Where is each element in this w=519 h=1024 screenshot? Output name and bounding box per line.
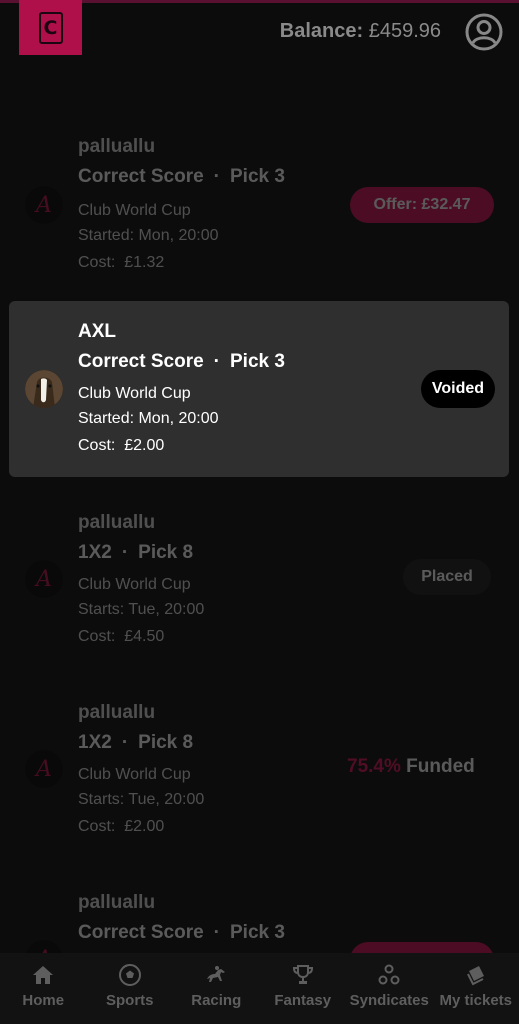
ticket-game: Correct Score · Pick 3 xyxy=(78,351,285,373)
ticket-user: AXL xyxy=(78,321,116,342)
ticket-time: Started: Mon, 20:00 xyxy=(78,227,219,244)
nav-label: Racing xyxy=(191,992,242,1009)
ticket-game-type: Correct Score xyxy=(78,922,204,943)
ticket-pick: Pick 8 xyxy=(138,542,194,563)
separator-dot: · xyxy=(121,732,129,753)
horse-racing-icon xyxy=(207,966,226,982)
ticket-time: Starts: Tue, 20:00 xyxy=(78,791,205,808)
separator-dot: · xyxy=(213,166,220,187)
ticket-competition: Club World Cup xyxy=(78,766,191,783)
ticket-cost: Cost: £4.50 xyxy=(78,628,164,646)
ticket-cost: Cost: £1.32 xyxy=(78,254,164,272)
ticket-cost: Cost: £2.00 xyxy=(78,818,164,836)
app-logo[interactable]: C xyxy=(19,0,82,55)
a-logo-icon: A xyxy=(25,940,63,953)
separator-dot: · xyxy=(213,351,220,372)
nav-label: Syndicates xyxy=(349,992,429,1009)
nav-fantasy[interactable]: Fantasy xyxy=(260,953,347,1024)
balance-value: £459.96 xyxy=(368,20,441,42)
header: C Balance: £459.96 xyxy=(0,0,519,62)
logo-letter: C xyxy=(38,11,63,44)
account-circle-icon[interactable] xyxy=(464,12,504,52)
ticket-time: Started: Mon, 20:00 xyxy=(78,410,219,427)
balance: Balance: £459.96 xyxy=(280,20,441,43)
ticket-pick: Pick 3 xyxy=(230,166,285,187)
ticket-card[interactable]: AXL Correct Score · Pick 3 Club World Cup … xyxy=(9,301,509,477)
ticket-list[interactable]: A palluallu Correct Score · Pick 3 Club Wo… xyxy=(0,110,519,953)
offer-button[interactable]: Offer: £32.47 xyxy=(350,187,494,223)
ticket-time: Starts: Tue, 20:00 xyxy=(78,601,205,618)
ticket-user: palluallu xyxy=(78,892,156,913)
ticket-icon xyxy=(466,966,484,986)
ticket-card[interactable]: A palluallu 1X2 · Pick 8 Club World Cup St… xyxy=(9,496,509,672)
bottom-nav: Home Sports Racing Fantasy Syndicates My… xyxy=(0,953,519,1024)
ticket-cost: Cost: £2.00 xyxy=(78,437,164,455)
ticket-competition: Club World Cup xyxy=(78,385,191,402)
cost-value: £2.00 xyxy=(124,818,165,835)
nav-label: Fantasy xyxy=(274,992,332,1009)
ticket-game: Correct Score · Pick 3 xyxy=(78,166,285,188)
separator-dot: · xyxy=(213,922,220,943)
ticket-user: palluallu xyxy=(78,512,156,533)
ticket-card[interactable]: A palluallu Correct Score · Pick 3 xyxy=(9,876,509,953)
ticket-game-type: 1X2 xyxy=(78,732,112,753)
ticket-pick: Pick 3 xyxy=(230,922,285,943)
horse-avatar xyxy=(25,370,63,408)
a-logo-icon: A xyxy=(25,560,63,598)
funded-percent: 75.4% xyxy=(347,756,401,777)
ticket-game: 1X2 · Pick 8 xyxy=(78,542,193,564)
ticket-competition: Club World Cup xyxy=(78,576,191,593)
separator-dot: · xyxy=(121,542,129,563)
nav-racing[interactable]: Racing xyxy=(173,953,260,1024)
soccer-ball-icon xyxy=(118,964,141,986)
voided-badge: Voided xyxy=(421,370,495,408)
cost-label: Cost: xyxy=(78,254,116,271)
syndicates-icon xyxy=(378,964,400,985)
funded-status: 75.4% Funded xyxy=(347,756,475,778)
cost-label: Cost: xyxy=(78,818,116,835)
cost-value: £4.50 xyxy=(124,628,165,645)
trophy-icon xyxy=(292,965,313,984)
nav-sports[interactable]: Sports xyxy=(87,953,174,1024)
ticket-competition: Club World Cup xyxy=(78,202,191,219)
nav-label: Home xyxy=(22,992,65,1009)
horse-photo xyxy=(25,370,63,408)
home-icon xyxy=(33,966,54,984)
nav-syndicates[interactable]: Syndicates xyxy=(346,953,433,1024)
ticket-game-type: 1X2 xyxy=(78,542,112,563)
nav-my-tickets[interactable]: My tickets xyxy=(433,953,519,1024)
a-logo-icon: A xyxy=(25,750,63,788)
cost-value: £2.00 xyxy=(124,437,165,454)
cost-label: Cost: xyxy=(78,628,116,645)
ticket-game-type: Correct Score xyxy=(78,166,204,187)
ticket-game: 1X2 · Pick 8 xyxy=(78,732,193,754)
placed-badge: Placed xyxy=(403,559,491,595)
nav-label: Sports xyxy=(105,992,154,1009)
cost-value: £1.32 xyxy=(124,254,165,271)
ticket-pick: Pick 8 xyxy=(138,732,194,753)
a-logo-icon: A xyxy=(25,186,63,224)
ticket-user: palluallu xyxy=(78,702,156,723)
ticket-card[interactable]: A palluallu 1X2 · Pick 8 Club World Cup St… xyxy=(9,686,509,862)
nav-home[interactable]: Home xyxy=(0,953,87,1024)
cost-label: Cost: xyxy=(78,437,116,454)
nav-label: My tickets xyxy=(439,992,513,1009)
funded-label: Funded xyxy=(406,756,475,777)
balance-label: Balance: xyxy=(279,20,364,42)
ticket-pick: Pick 3 xyxy=(230,351,285,372)
ticket-card[interactable]: A palluallu Correct Score · Pick 3 Club Wo… xyxy=(9,116,509,292)
ticket-user: palluallu xyxy=(78,136,156,157)
ticket-game: Correct Score · Pick 3 xyxy=(78,922,285,944)
ticket-game-type: Correct Score xyxy=(78,351,204,372)
offer-button[interactable] xyxy=(350,942,494,953)
